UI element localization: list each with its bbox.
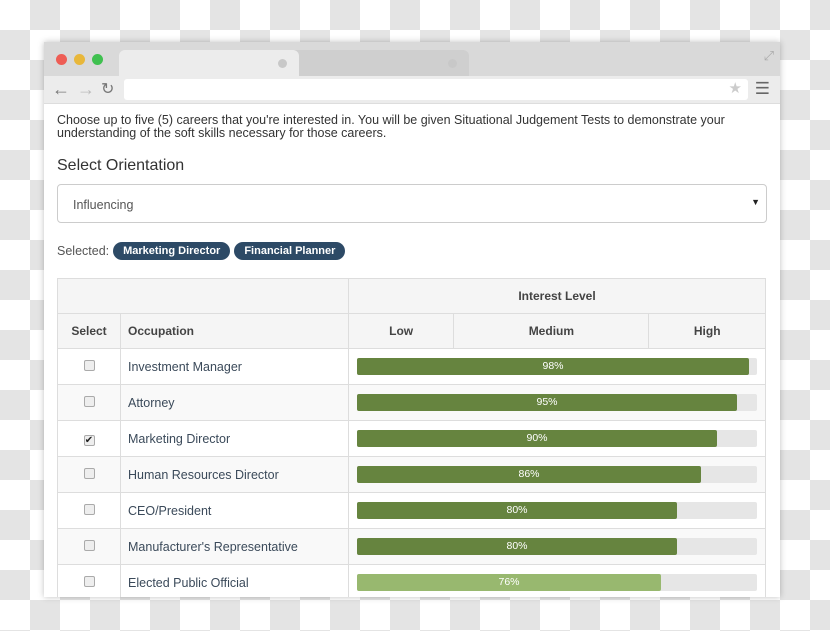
interest-cell: 80%: [348, 528, 766, 565]
table-row: Human Resources Director 86%: [57, 456, 766, 493]
occupation-header: Occupation: [120, 313, 349, 349]
close-window-icon[interactable]: [56, 54, 67, 65]
interest-bar-track: 95%: [357, 394, 757, 411]
menu-icon[interactable]: ☰: [755, 79, 770, 99]
level-medium-header: Medium: [453, 313, 650, 349]
interest-bar-track: 80%: [357, 538, 757, 555]
header-spacer: [57, 278, 349, 314]
select-cell: [57, 456, 121, 493]
select-checkbox[interactable]: [83, 395, 95, 407]
occupation-cell: Attorney: [120, 384, 349, 421]
select-checkbox[interactable]: [83, 503, 95, 515]
select-checkbox[interactable]: [83, 575, 95, 587]
browser-window: ⤢ ← → ↻ ★ ☰ Choose up to five (5) career…: [44, 42, 780, 597]
browser-tab-1[interactable]: [119, 50, 299, 76]
fullscreen-icon[interactable]: ⤢: [764, 48, 774, 64]
selected-careers: Selected: Marketing Director Financial P…: [57, 242, 767, 260]
address-bar[interactable]: ★: [124, 79, 748, 100]
table-row: Manufacturer's Representative 80%: [57, 528, 766, 565]
reload-icon[interactable]: ↻: [101, 79, 114, 99]
occupation-cell: Investment Manager: [120, 348, 349, 385]
interest-bar-fill: 95%: [357, 394, 737, 411]
minimize-window-icon[interactable]: [74, 54, 85, 65]
interest-bar-track: 90%: [357, 430, 757, 447]
interest-bar-track: 80%: [357, 502, 757, 519]
browser-tab-2[interactable]: [289, 50, 469, 76]
caret-down-icon: ▼: [751, 197, 760, 207]
select-checkbox[interactable]: [83, 539, 95, 551]
table-row: CEO/President 80%: [57, 492, 766, 529]
interest-bar-fill: 98%: [357, 358, 749, 375]
tab-bar: ⤢: [44, 42, 780, 76]
interest-bar-track: 86%: [357, 466, 757, 483]
selected-label: Selected:: [57, 244, 110, 258]
intro-text: Choose up to five (5) careers that you'r…: [57, 113, 725, 140]
select-checkbox[interactable]: [83, 467, 95, 479]
interest-level-header: Interest Level: [348, 278, 766, 314]
orientation-title: Select Orientation: [57, 157, 185, 174]
interest-cell: 95%: [348, 384, 766, 421]
select-checkbox[interactable]: ✔: [83, 434, 95, 446]
interest-cell: 76%: [348, 564, 766, 597]
table-row: ✔ Marketing Director 90%: [57, 420, 766, 457]
orientation-select[interactable]: Influencing ▼: [57, 184, 767, 223]
occupation-cell: Marketing Director: [120, 420, 349, 457]
interest-bar-fill: 86%: [357, 466, 701, 483]
interest-cell: 86%: [348, 456, 766, 493]
level-high-header: High: [648, 313, 766, 349]
interest-cell: 80%: [348, 492, 766, 529]
select-cell: [57, 348, 121, 385]
level-low-header: Low: [347, 313, 455, 349]
table-row: Elected Public Official 76%: [57, 564, 766, 597]
browser-toolbar: ← → ↻ ★ ☰: [44, 76, 780, 104]
interest-cell: 98%: [348, 348, 766, 385]
back-icon[interactable]: ←: [52, 79, 70, 100]
select-header: Select: [57, 313, 121, 349]
occupation-cell: CEO/President: [120, 492, 349, 529]
orientation-value: Influencing: [73, 198, 134, 212]
select-cell: [57, 528, 121, 565]
selected-pill[interactable]: Financial Planner: [234, 242, 346, 260]
occupation-cell: Elected Public Official: [120, 564, 349, 597]
bookmark-star-icon[interactable]: ★: [729, 79, 742, 97]
forward-icon[interactable]: →: [77, 79, 95, 100]
tab-close-icon[interactable]: [278, 59, 287, 68]
select-cell: [57, 384, 121, 421]
interest-bar-fill: 80%: [357, 502, 677, 519]
interest-cell: 90%: [348, 420, 766, 457]
select-checkbox[interactable]: [83, 359, 95, 371]
interest-bar-track: 98%: [357, 358, 757, 375]
select-cell: [57, 492, 121, 529]
interest-bar-fill: 80%: [357, 538, 677, 555]
select-cell: ✔: [57, 420, 121, 457]
tab-close-icon[interactable]: [448, 59, 457, 68]
selected-pill[interactable]: Marketing Director: [113, 242, 231, 260]
interest-bar-track: 76%: [357, 574, 757, 591]
maximize-window-icon[interactable]: [92, 54, 103, 65]
interest-bar-fill: 76%: [357, 574, 661, 591]
select-cell: [57, 564, 121, 597]
occupation-cell: Human Resources Director: [120, 456, 349, 493]
occupation-cell: Manufacturer's Representative: [120, 528, 349, 565]
careers-table: Interest Level Select Occupation Low Med…: [57, 278, 766, 597]
table-row: Attorney 95%: [57, 384, 766, 421]
table-row: Investment Manager 98%: [57, 348, 766, 385]
interest-bar-fill: 90%: [357, 430, 717, 447]
